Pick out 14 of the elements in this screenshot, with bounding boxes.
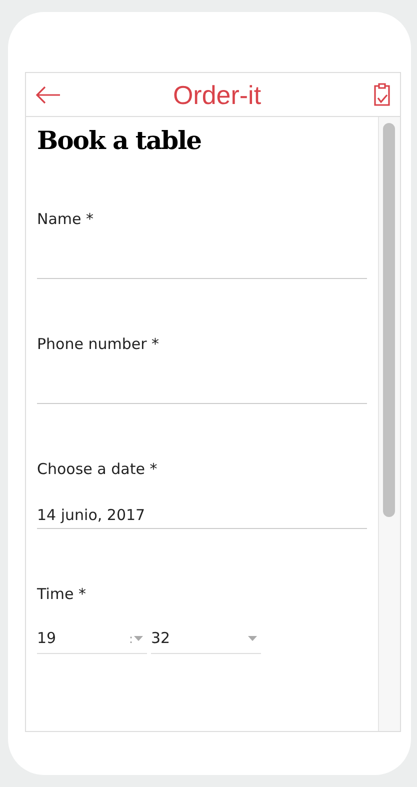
field-label: Time * bbox=[37, 584, 86, 604]
dropdown-caret-icon bbox=[134, 636, 143, 641]
field-label: Name * bbox=[37, 209, 94, 229]
back-button[interactable] bbox=[35, 84, 61, 104]
input-field[interactable]: 14 junio, 2017 bbox=[37, 501, 367, 529]
scrollbar-thumb[interactable] bbox=[383, 123, 395, 517]
field-label: Choose a date * bbox=[37, 459, 158, 479]
dropdown-caret-icon bbox=[248, 636, 257, 641]
select-field[interactable]: 32 bbox=[151, 624, 261, 654]
clipboard-check-button[interactable] bbox=[373, 82, 391, 106]
select-field[interactable]: 19 : bbox=[37, 624, 147, 654]
field-label: Phone number * bbox=[37, 334, 160, 354]
page-title: Book a table bbox=[37, 125, 202, 157]
app-title: Order-it bbox=[172, 82, 262, 108]
